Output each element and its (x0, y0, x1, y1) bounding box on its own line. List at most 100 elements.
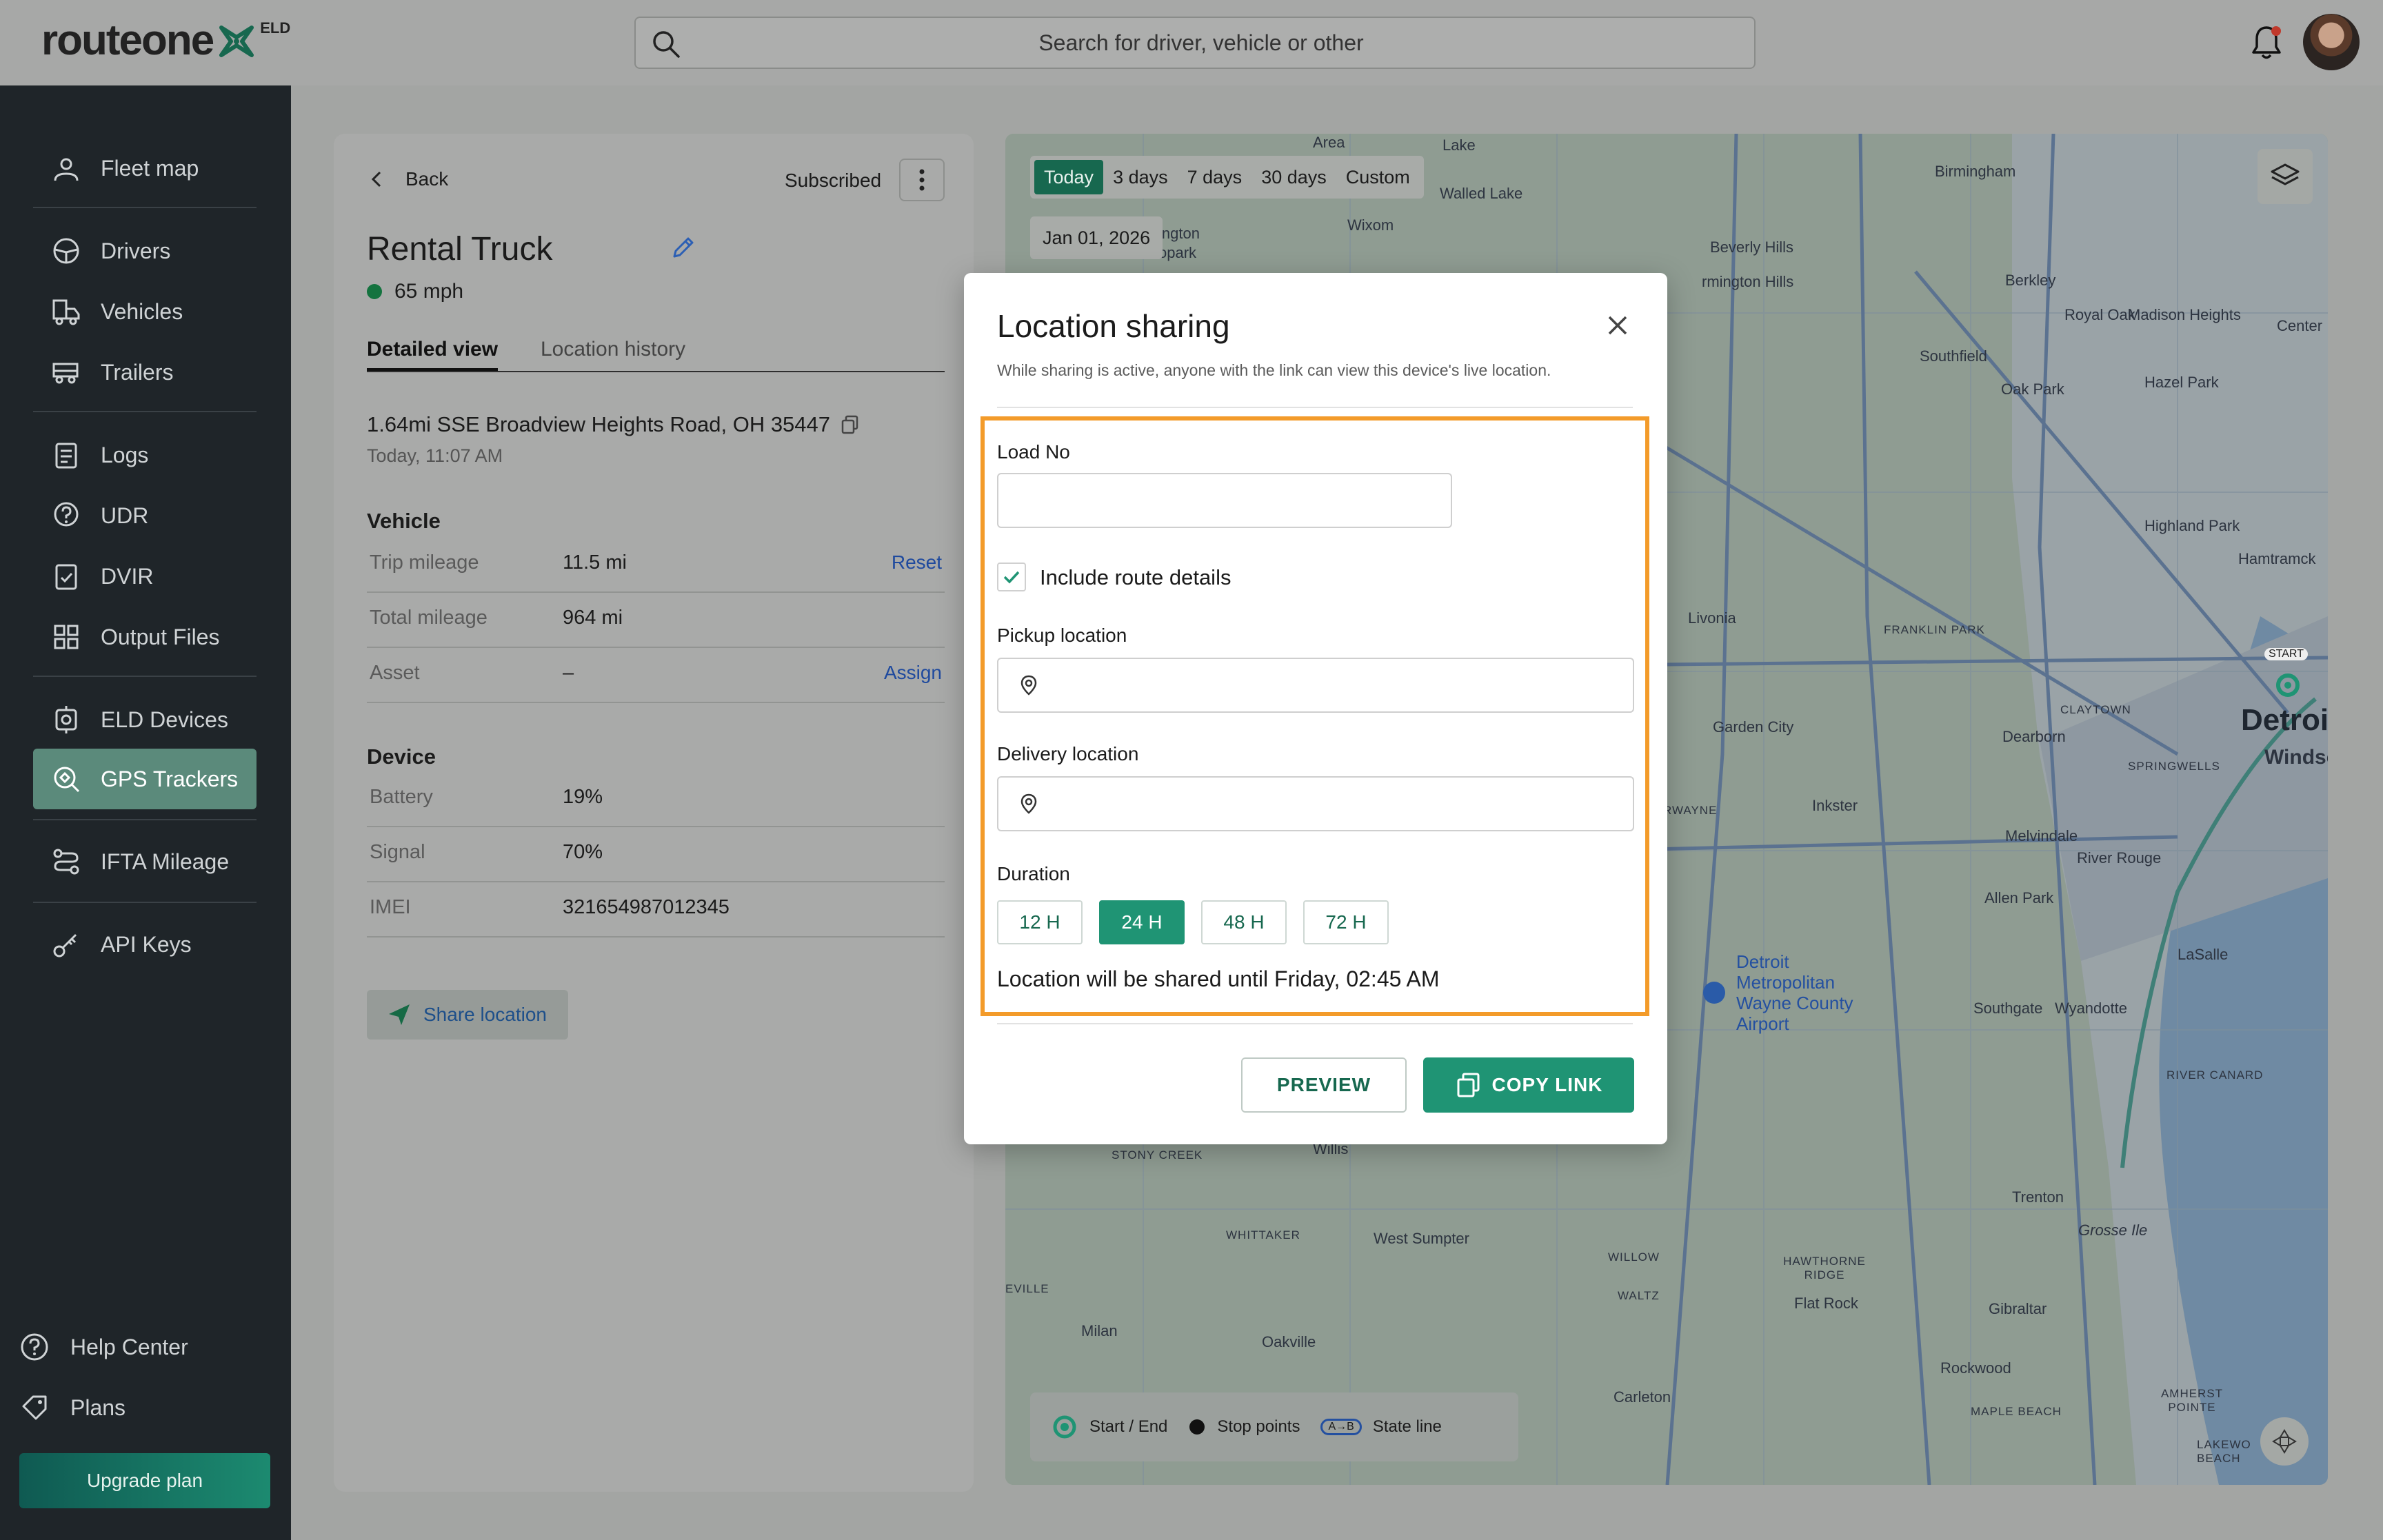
copy-link-button[interactable]: COPY LINK (1423, 1057, 1634, 1113)
sidebar-item-logs[interactable]: Logs (33, 425, 257, 485)
range-option-today[interactable]: Today (1034, 160, 1104, 194)
more-options-button[interactable] (899, 159, 945, 201)
share-location-button[interactable]: Share location (367, 990, 568, 1040)
range-option-custom[interactable]: Custom (1336, 160, 1420, 194)
steering-wheel-icon (53, 238, 79, 264)
modal-title: Location sharing (997, 308, 1230, 344)
map-label: SPRINGWELLS (2128, 760, 2220, 773)
map-label: River Rouge (2077, 849, 2162, 867)
logo[interactable]: routeone ELD (41, 17, 290, 65)
map-label: WHITTAKER (1226, 1228, 1300, 1242)
sidebar-item-ifta-mileage[interactable]: IFTA Mileage (33, 831, 257, 892)
map-label: CLAYTOWN (2060, 703, 2131, 716)
sidebar-item-label: Logs (101, 442, 149, 467)
map-label: Carleton (1613, 1388, 1671, 1406)
map-label: Allen Park (1984, 889, 2054, 906)
address-timestamp: Today, 11:07 AM (367, 445, 503, 466)
sidebar-item-dvir[interactable]: DVIR (33, 546, 257, 607)
edit-pencil-icon[interactable] (669, 234, 696, 262)
sidebar-item-trailers[interactable]: Trailers (33, 342, 257, 403)
sidebar-item-label: IFTA Mileage (101, 849, 230, 874)
map-label: Melvindale (2005, 827, 2078, 844)
row-value: 321654987012345 (563, 896, 730, 918)
top-bar: routeone ELD (0, 0, 2383, 85)
map-label: Windsc (2264, 746, 2328, 769)
copy-icon[interactable] (840, 414, 861, 435)
logo-text: routeone (41, 17, 214, 64)
tag-icon (22, 1395, 47, 1420)
plans-label: Plans (70, 1395, 126, 1420)
sidebar-item-eld-devices[interactable]: ELD Devices (33, 689, 257, 750)
map-layers-button[interactable] (2258, 149, 2313, 204)
logo-mark-icon (219, 26, 254, 57)
close-icon[interactable] (1602, 310, 1633, 341)
divider (33, 676, 257, 677)
map-label: WALTZ (1618, 1289, 1660, 1302)
map-label: Area (1313, 134, 1345, 151)
sidebar: Fleet map Drivers Vehicles Trailers Logs… (0, 85, 291, 1540)
search-bar[interactable] (634, 17, 1756, 69)
preview-button[interactable]: PREVIEW (1241, 1057, 1407, 1113)
back-button[interactable]: Back (367, 168, 448, 190)
divider (33, 207, 257, 208)
table-row: Trip mileage 11.5 mi Reset (367, 538, 945, 593)
range-option-3-days[interactable]: 3 days (1103, 160, 1178, 194)
upgrade-plan-button[interactable]: Upgrade plan (19, 1453, 270, 1508)
sidebar-item-output-files[interactable]: Output Files (33, 607, 257, 667)
map-label: rmington Hills (1702, 273, 1794, 290)
status-dot (367, 284, 382, 299)
legend-label: Stop points (1217, 1417, 1300, 1436)
range-option-30-days[interactable]: 30 days (1251, 160, 1336, 194)
divider (33, 819, 257, 820)
row-value: 19% (563, 786, 603, 808)
row-value: 11.5 mi (563, 551, 627, 574)
row-value: – (563, 662, 574, 684)
assign-link[interactable]: Assign (884, 662, 942, 684)
sidebar-item-vehicles[interactable]: Vehicles (33, 281, 257, 342)
range-option-7-days[interactable]: 7 days (1178, 160, 1252, 194)
tracker-detail-panel: Back Subscribed Rental Truck 65 mph Deta… (334, 134, 974, 1492)
page-title: Rental Truck (367, 231, 553, 267)
send-arrow-icon (389, 1004, 410, 1025)
legend-stop-points: Stop points (1188, 1417, 1300, 1437)
avatar[interactable] (2303, 14, 2360, 70)
plans-link[interactable]: Plans (19, 1380, 125, 1435)
map-label: Wyandotte (2055, 1000, 2127, 1017)
sidebar-item-label: DVIR (101, 563, 154, 589)
search-input[interactable] (691, 26, 1711, 59)
map-label: West Sumpter (1374, 1230, 1469, 1247)
sidebar-item-gps-trackers[interactable]: GPS Trackers (33, 749, 257, 809)
map-label: Garden City (1713, 718, 1794, 736)
table-row: Total mileage 964 mi (367, 593, 945, 648)
sidebar-item-fleet-map[interactable]: Fleet map (33, 138, 257, 199)
start-badge: START (2264, 648, 2308, 660)
map-label: Flat Rock (1794, 1295, 1858, 1312)
highlight-frame (981, 416, 1649, 1016)
table-row: Asset – Assign (367, 648, 945, 703)
recenter-button[interactable] (2260, 1417, 2309, 1466)
map-label: WILLOW (1608, 1250, 1660, 1264)
help-center-link[interactable]: Help Center (19, 1319, 188, 1375)
copy-icon (1457, 1073, 1480, 1097)
reset-link[interactable]: Reset (892, 551, 942, 574)
tab-location-history[interactable]: Location history (541, 338, 685, 361)
sidebar-item-udr[interactable]: UDR (33, 485, 257, 546)
map-label: LAKEWO BEACH (2197, 1438, 2251, 1465)
vehicle-section-title: Vehicle (367, 509, 441, 533)
device-section-title: Device (367, 744, 436, 769)
row-key: Battery (370, 786, 433, 808)
back-label: Back (405, 168, 449, 190)
notifications-button[interactable] (2249, 23, 2284, 62)
map-label: Dearborn (2002, 728, 2066, 745)
legend-label: State line (1372, 1417, 1442, 1436)
detail-tabs: Detailed view Location history (367, 338, 945, 372)
map-label: Grosse Ile (2078, 1222, 2148, 1239)
tab-detailed-view[interactable]: Detailed view (367, 338, 499, 371)
map-label: Southfield (1920, 347, 1987, 365)
date-chip[interactable]: Jan 01, 2026 (1030, 216, 1163, 259)
sidebar-item-drivers[interactable]: Drivers (33, 221, 257, 281)
speed-indicator: 65 mph (367, 280, 463, 303)
help-center-label: Help Center (70, 1334, 188, 1359)
row-value: 70% (563, 841, 603, 863)
sidebar-item-api-keys[interactable]: API Keys (33, 914, 257, 975)
